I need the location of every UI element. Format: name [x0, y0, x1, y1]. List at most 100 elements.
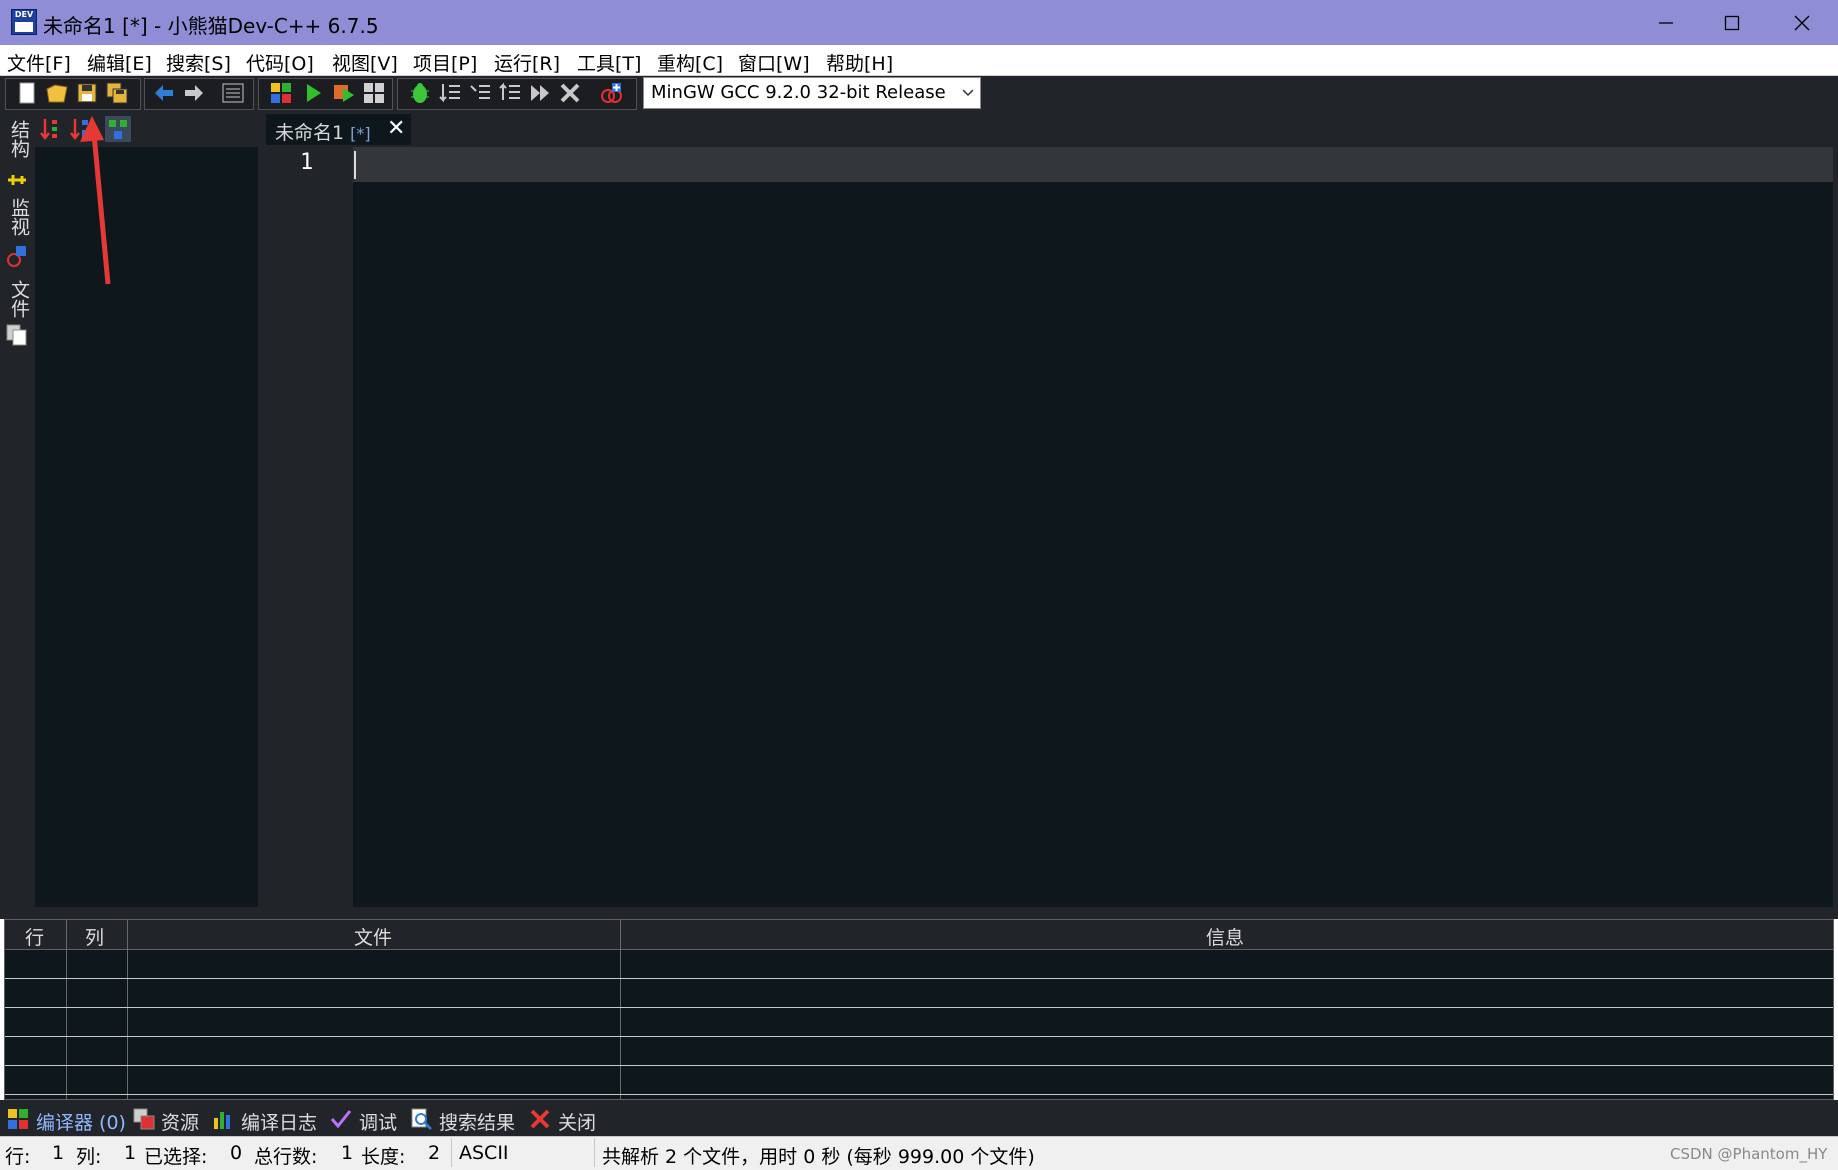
tab-close-panel[interactable]: 关闭	[558, 1108, 596, 1135]
format-icon[interactable]	[222, 82, 244, 104]
close-window-button[interactable]	[1766, 0, 1838, 45]
menu-edit[interactable]: 编辑[E]	[87, 49, 152, 76]
column-header-line[interactable]: 行	[25, 923, 44, 950]
table-row	[5, 1036, 1833, 1037]
menu-project[interactable]: 项目[P]	[413, 49, 477, 76]
tab-debug[interactable]: 调试	[359, 1108, 397, 1135]
close-panel-icon	[530, 1109, 550, 1129]
compiler-select-value: MinGW GCC 9.2.0 32-bit Release	[651, 82, 946, 103]
column-header-col[interactable]: 列	[85, 923, 104, 950]
current-line-highlight[interactable]	[353, 147, 1833, 182]
save-icon[interactable]	[76, 82, 98, 104]
sort-alpha-icon[interactable]	[39, 117, 61, 141]
status-length-value: 2	[428, 1142, 441, 1164]
column-divider	[127, 920, 128, 1100]
chevron-down-icon[interactable]	[962, 88, 974, 98]
tab-resources[interactable]: 资源	[161, 1108, 199, 1135]
status-row-label: 行:	[5, 1146, 31, 1168]
tab-files[interactable]: 文件	[6, 280, 33, 318]
table-row	[5, 978, 1833, 979]
editor-tab-label: 未命名1 [*]	[275, 122, 371, 144]
step-over-icon[interactable]	[439, 82, 461, 104]
debug-icon[interactable]	[409, 82, 431, 104]
stop-debug-icon[interactable]	[559, 82, 581, 104]
modified-indicator: [*]	[350, 124, 371, 143]
menu-help[interactable]: 帮助[H]	[826, 49, 893, 76]
tab-watch[interactable]: 监视	[6, 198, 33, 236]
status-col-value: 1	[124, 1142, 137, 1164]
menu-bar: 文件[F] 编辑[E] 搜索[S] 代码[O] 视图[V] 项目[P] 运行[R…	[0, 45, 1838, 76]
status-length-label: 长度:	[361, 1146, 406, 1168]
status-lines-value: 1	[341, 1142, 354, 1164]
menu-file[interactable]: 文件[F]	[7, 49, 71, 76]
compiler-icon	[8, 1109, 28, 1129]
step-into-icon[interactable]	[469, 82, 491, 104]
structure-icon	[8, 175, 26, 185]
panel-splitter[interactable]	[0, 907, 1838, 919]
side-tab-strip: 结构 监视 文件	[0, 112, 35, 907]
watermark: CSDN @Phantom_HY	[1670, 1145, 1828, 1163]
continue-icon[interactable]	[529, 82, 551, 104]
search-results-icon	[411, 1108, 432, 1130]
menu-search[interactable]: 搜索[S]	[166, 49, 231, 76]
annotation-arrow	[80, 116, 111, 285]
tab-search-results[interactable]: 搜索结果	[439, 1108, 515, 1135]
app-icon: DEV	[11, 9, 37, 35]
status-row-value: 1	[52, 1142, 65, 1164]
tab-close-button[interactable]: ✕	[387, 116, 405, 141]
status-divider	[594, 1138, 595, 1167]
compile-run-icon[interactable]	[333, 82, 355, 104]
files-icon	[6, 324, 27, 346]
compile-log-icon	[214, 1112, 230, 1129]
resource-icon	[133, 1108, 155, 1130]
minimize-icon	[1659, 21, 1673, 24]
editor-tab-bar	[258, 112, 1838, 147]
new-file-icon[interactable]	[16, 82, 38, 104]
open-file-icon[interactable]	[46, 82, 68, 104]
save-all-icon[interactable]	[106, 82, 128, 104]
status-selected-value: 0	[230, 1142, 243, 1164]
column-divider	[620, 920, 621, 1100]
tab-compile-log[interactable]: 编译日志	[241, 1108, 317, 1135]
step-out-icon[interactable]	[499, 82, 521, 104]
forward-icon[interactable]	[183, 82, 205, 104]
table-row	[5, 1007, 1833, 1008]
run-icon[interactable]	[302, 82, 324, 104]
line-number: 1	[300, 150, 314, 175]
status-selected-label: 已选择:	[144, 1146, 208, 1168]
class-browser-panel[interactable]	[35, 147, 258, 907]
status-col-label: 列:	[76, 1146, 102, 1168]
class-browser-toolbar	[35, 112, 258, 147]
compile-icon[interactable]	[270, 82, 292, 104]
window-title: 未命名1 [*] - 小熊猫Dev-C++ 6.7.5	[43, 14, 379, 38]
menu-run[interactable]: 运行[R]	[494, 49, 560, 76]
status-encoding: ASCII	[459, 1142, 509, 1164]
table-header	[5, 920, 1833, 950]
status-lines-label: 总行数:	[254, 1146, 318, 1168]
menu-code[interactable]: 代码[O]	[246, 49, 314, 76]
menu-view[interactable]: 视图[V]	[332, 49, 398, 76]
table-row	[5, 1094, 1833, 1095]
rebuild-icon[interactable]	[363, 82, 385, 104]
status-divider	[451, 1138, 452, 1167]
column-header-file[interactable]: 文件	[354, 923, 392, 950]
column-header-message[interactable]: 信息	[1206, 923, 1244, 950]
watch-icon	[7, 246, 26, 267]
menu-tools[interactable]: 工具[T]	[577, 49, 641, 76]
minimize-button[interactable]	[1630, 0, 1702, 45]
menu-window[interactable]: 窗口[W]	[738, 49, 810, 76]
close-icon	[1794, 15, 1810, 30]
status-parse-info: 共解析 2 个文件，用时 0 秒 (每秒 999.00 个文件)	[602, 1146, 1035, 1168]
code-editor[interactable]	[353, 182, 1833, 907]
editor-right-edge	[1833, 112, 1838, 907]
maximize-button[interactable]	[1696, 0, 1768, 45]
text-caret	[354, 151, 356, 179]
tab-compiler[interactable]: 编译器 (0)	[36, 1108, 126, 1135]
tab-structure[interactable]: 结构	[6, 120, 33, 158]
table-row	[5, 1065, 1833, 1066]
maximize-icon	[1724, 15, 1740, 30]
back-icon[interactable]	[153, 82, 175, 104]
menu-refactor[interactable]: 重构[C]	[657, 49, 723, 76]
add-watch-icon[interactable]	[600, 82, 622, 104]
column-divider	[66, 920, 67, 1100]
